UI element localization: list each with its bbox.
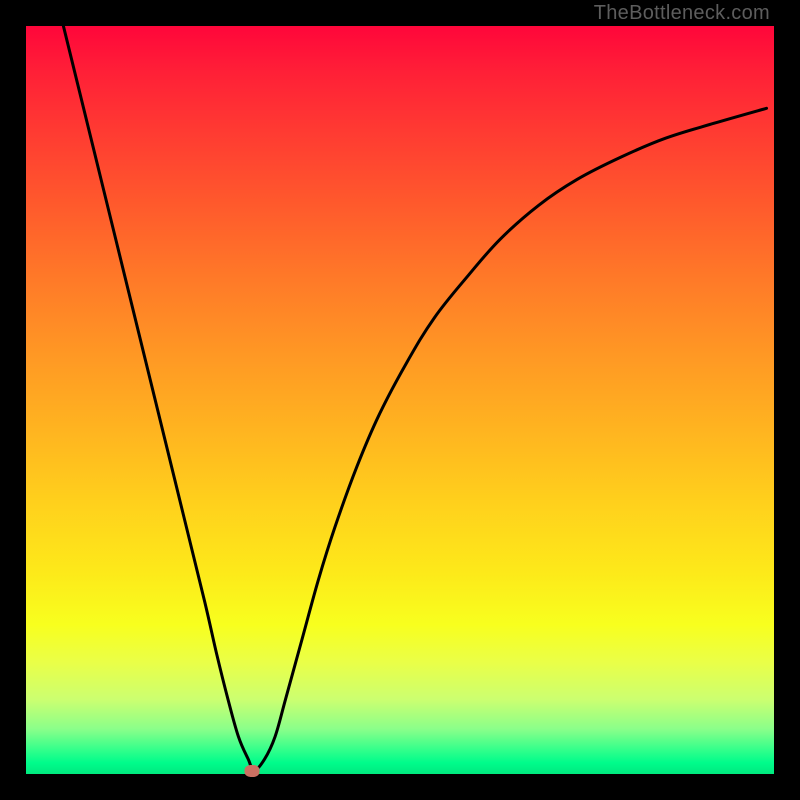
watermark-text: TheBottleneck.com xyxy=(594,2,770,25)
chart-frame: TheBottleneck.com xyxy=(0,0,800,800)
bottleneck-curve xyxy=(26,26,774,774)
minimum-marker xyxy=(244,765,259,777)
plot-area xyxy=(26,26,774,774)
